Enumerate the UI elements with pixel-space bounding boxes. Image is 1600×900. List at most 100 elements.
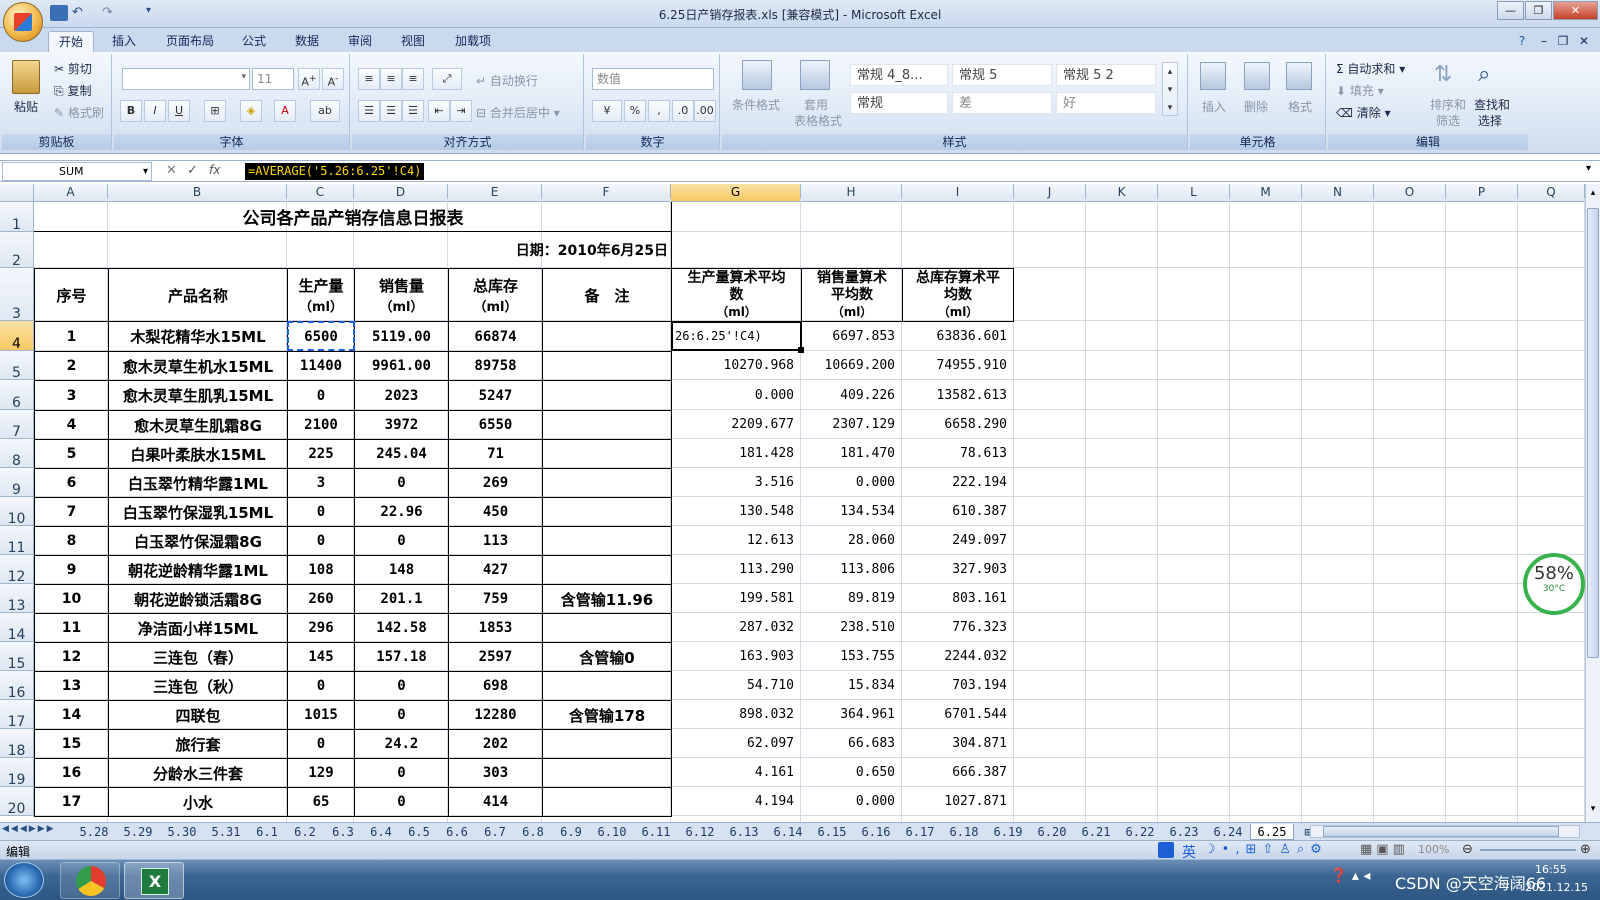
column-header-l[interactable]: L — [1158, 184, 1230, 202]
cell-avg-sales[interactable]: 181.470 — [801, 439, 902, 468]
cell-sales[interactable]: 157.18 — [354, 642, 449, 672]
cell-avg-production[interactable]: 199.581 — [671, 584, 801, 613]
cell-stock[interactable]: 71 — [448, 439, 543, 469]
cell-avg-production[interactable]: 3.516 — [671, 468, 801, 497]
row-header-7[interactable]: 7 — [0, 410, 34, 440]
cell-stock[interactable]: 12280 — [448, 700, 543, 730]
cell-production[interactable]: 6500 — [287, 321, 355, 352]
cell-sales[interactable]: 3972 — [354, 410, 449, 440]
cell-no[interactable]: 16 — [34, 758, 109, 788]
find-select-label-2[interactable]: 选择 — [1478, 112, 1502, 129]
cell-product-name[interactable]: 愈木灵草生肌乳15ML — [108, 380, 288, 411]
cell-no[interactable]: 15 — [34, 729, 109, 759]
sheet-tab-6-3[interactable]: 6.3 — [324, 824, 362, 840]
sheet-nav-arrows-icon[interactable]: ◀◀◀▶▶▶ — [2, 824, 56, 834]
ribbon-minimize-icon[interactable]: – — [1537, 31, 1551, 52]
cell-sales[interactable]: 201.1 — [354, 584, 449, 614]
align-right-button[interactable]: ☰ — [402, 100, 424, 122]
percent-button[interactable]: % — [624, 100, 646, 122]
underline-button[interactable]: U — [168, 100, 190, 122]
number-format-box[interactable]: 数值 — [592, 68, 714, 90]
sort-filter-icon[interactable]: ⇅ — [1434, 62, 1460, 88]
header-stock[interactable]: 总库存 （ml） — [448, 268, 543, 322]
cell-no[interactable]: 10 — [34, 584, 109, 614]
row-header-18[interactable]: 18 — [0, 729, 34, 759]
row-header-14[interactable]: 14 — [0, 613, 34, 643]
cell-no[interactable]: 6 — [34, 468, 109, 498]
sheet-tab-6-13[interactable]: 6.13 — [722, 824, 766, 840]
sheet-tab-6-12[interactable]: 6.12 — [678, 824, 722, 840]
bold-button[interactable]: B — [120, 100, 142, 122]
row-header-12[interactable]: 12 — [0, 555, 34, 585]
cell-avg-stock[interactable]: 703.194 — [902, 671, 1014, 700]
cell-sales[interactable]: 142.58 — [354, 613, 449, 643]
sheet-tab-6-7[interactable]: 6.7 — [476, 824, 514, 840]
style-bad[interactable]: 差 — [952, 92, 1052, 114]
cell-avg-production[interactable]: 130.548 — [671, 497, 801, 526]
cell-note[interactable] — [542, 526, 672, 556]
cell-product-name[interactable]: 白玉翠竹精华露1ML — [108, 468, 288, 498]
sheet-tab-6-4[interactable]: 6.4 — [362, 824, 400, 840]
zoom-in-icon[interactable]: ⊕ — [1580, 842, 1591, 857]
cancel-entry-icon[interactable]: ✕ — [166, 163, 177, 178]
autosum-button[interactable]: Σ 自动求和 ▾ — [1336, 60, 1405, 77]
copy-button[interactable]: ⎘ 复制 — [54, 82, 91, 99]
paste-icon[interactable] — [12, 60, 40, 94]
cell-stock[interactable]: 450 — [448, 497, 543, 527]
cell-no[interactable]: 17 — [34, 787, 109, 817]
column-header-h[interactable]: H — [801, 184, 902, 202]
cell-note[interactable] — [542, 787, 672, 817]
header-avg-production[interactable]: 生产量算术平均数（ml） — [671, 268, 802, 322]
cell-avg-stock[interactable]: 6658.290 — [902, 410, 1014, 439]
row-header-17[interactable]: 17 — [0, 700, 34, 730]
cut-button[interactable]: ✂ 剪切 — [54, 60, 92, 77]
select-all-corner[interactable] — [0, 184, 34, 202]
sort-filter-label-2[interactable]: 筛选 — [1436, 112, 1460, 129]
cell-no[interactable]: 5 — [34, 439, 109, 469]
sheet-tab-5-31[interactable]: 5.31 — [204, 824, 248, 840]
column-header-c[interactable]: C — [287, 184, 354, 202]
cell-stock[interactable]: 6550 — [448, 410, 543, 440]
tab-home[interactable]: 开始 — [48, 31, 94, 52]
cell-sales[interactable]: 0 — [354, 700, 449, 730]
align-left-button[interactable]: ☰ — [358, 100, 380, 122]
cell-avg-stock[interactable]: 74955.910 — [902, 351, 1014, 380]
confirm-entry-icon[interactable]: ✓ — [187, 163, 198, 178]
cell-sales[interactable]: 0 — [354, 758, 449, 788]
cell-avg-stock[interactable]: 304.871 — [902, 729, 1014, 758]
row-header-16[interactable]: 16 — [0, 671, 34, 701]
office-button[interactable] — [3, 2, 43, 42]
cell-avg-sales[interactable]: 153.755 — [801, 642, 902, 671]
increase-indent-button[interactable]: ⇥ — [450, 100, 472, 122]
cell-no[interactable]: 9 — [34, 555, 109, 585]
column-header-e[interactable]: E — [448, 184, 542, 202]
cell-avg-stock[interactable]: 63836.601 — [902, 321, 1014, 351]
cell-production[interactable]: 0 — [287, 729, 355, 759]
sheet-tab-6-2[interactable]: 6.2 — [286, 824, 324, 840]
cell-product-name[interactable]: 木梨花精华水15ML — [108, 321, 288, 352]
cell-avg-sales[interactable]: 66.683 — [801, 729, 902, 758]
sheet-tab-6-21[interactable]: 6.21 — [1074, 824, 1118, 840]
style-good[interactable]: 好 — [1056, 92, 1156, 114]
cell-production[interactable]: 296 — [287, 613, 355, 643]
row-header-3[interactable]: 3 — [0, 268, 34, 322]
cell-stock[interactable]: 303 — [448, 758, 543, 788]
sheet-tab-6-10[interactable]: 6.10 — [590, 824, 634, 840]
sheet-tab-6-14[interactable]: 6.14 — [766, 824, 810, 840]
style-normal-5[interactable]: 常规 5 — [952, 64, 1052, 86]
cell-stock[interactable]: 1853 — [448, 613, 543, 643]
cell-sales[interactable]: 0 — [354, 671, 449, 701]
sheet-tab-5-30[interactable]: 5.30 — [160, 824, 204, 840]
sheet-tab-6-1[interactable]: 6.1 — [248, 824, 286, 840]
cell-sales[interactable]: 0 — [354, 468, 449, 498]
row-header-5[interactable]: 5 — [0, 351, 34, 381]
cell-sales[interactable]: 9961.00 — [354, 351, 449, 381]
format-cells-icon[interactable] — [1286, 62, 1312, 90]
table-format-label-2[interactable]: 表格格式 — [794, 112, 842, 129]
cell-stock[interactable]: 5247 — [448, 380, 543, 411]
tab-view[interactable]: 视图 — [393, 31, 433, 52]
tab-page-layout[interactable]: 页面布局 — [158, 31, 222, 52]
sheet-tab-6-16[interactable]: 6.16 — [854, 824, 898, 840]
ime-logo-icon[interactable] — [1158, 842, 1174, 858]
insert-cells-label[interactable]: 插入 — [1202, 98, 1226, 115]
